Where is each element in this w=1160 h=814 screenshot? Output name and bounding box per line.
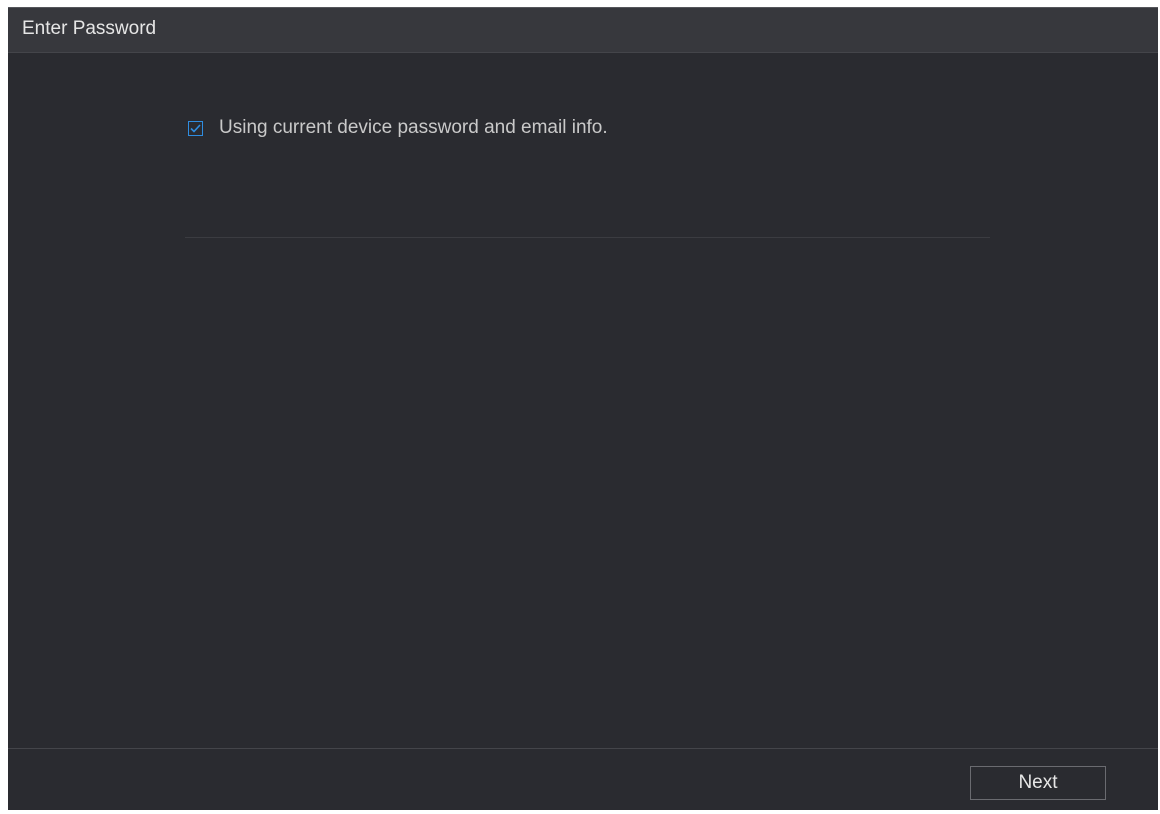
dialog-footer: Next: [8, 749, 1158, 810]
use-current-info-option[interactable]: Using current device password and email …: [188, 115, 608, 141]
next-button[interactable]: Next: [970, 766, 1106, 800]
dialog-title: Enter Password: [22, 18, 157, 39]
use-current-info-checkbox[interactable]: [188, 120, 203, 136]
use-current-info-label: Using current device password and email …: [219, 117, 608, 138]
dialog-title-bar: Enter Password: [8, 8, 1158, 53]
section-divider: [185, 237, 990, 238]
enter-password-dialog: Enter Password Using current device pass…: [8, 7, 1158, 810]
checkmark-icon: [190, 123, 201, 133]
